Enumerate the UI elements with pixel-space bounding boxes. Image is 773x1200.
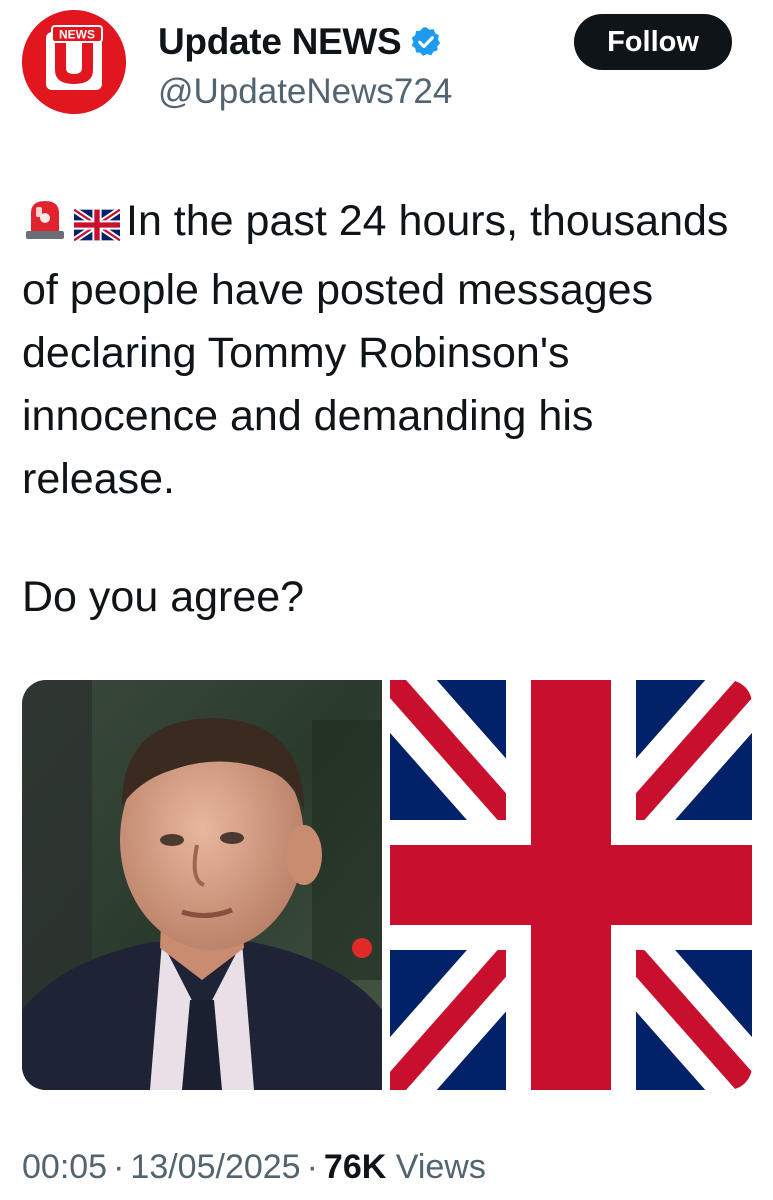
uk-flag-icon: [72, 196, 122, 259]
tweet-question: Do you agree?: [22, 573, 305, 621]
tweet-body-text: In the past 24 hours, thousands of peopl…: [22, 197, 729, 503]
union-jack-flag-image[interactable]: [390, 680, 752, 1090]
tweet-date[interactable]: 13/05/2025: [130, 1148, 300, 1186]
meta-separator: ·: [306, 1148, 318, 1186]
tweet-meta: 00:05 · 13/05/2025 · 76K Views: [22, 1148, 486, 1187]
views-label: Views: [395, 1148, 486, 1186]
rotating-light-icon: [22, 195, 68, 259]
avatar-badge-text: NEWS: [59, 28, 95, 42]
tweet-time[interactable]: 00:05: [22, 1148, 107, 1186]
views-count: 76K: [323, 1148, 387, 1186]
man-portrait-image[interactable]: [22, 680, 382, 1090]
tweet-media[interactable]: [22, 680, 752, 1090]
follow-button[interactable]: Follow: [574, 14, 732, 70]
display-name[interactable]: Update NEWS: [158, 21, 402, 63]
account-avatar[interactable]: NEWS: [22, 10, 126, 114]
tweet-text: In the past 24 hours, thousands of peopl…: [22, 190, 752, 511]
tweet-header: NEWS Update NEWS @UpdateNews724 Follow: [0, 0, 773, 140]
account-handle[interactable]: @UpdateNews724: [158, 72, 452, 112]
meta-separator: ·: [113, 1148, 125, 1186]
news-logo-icon: NEWS: [22, 10, 126, 114]
name-row: Update NEWS: [158, 18, 443, 66]
verified-badge-icon: [409, 25, 443, 59]
